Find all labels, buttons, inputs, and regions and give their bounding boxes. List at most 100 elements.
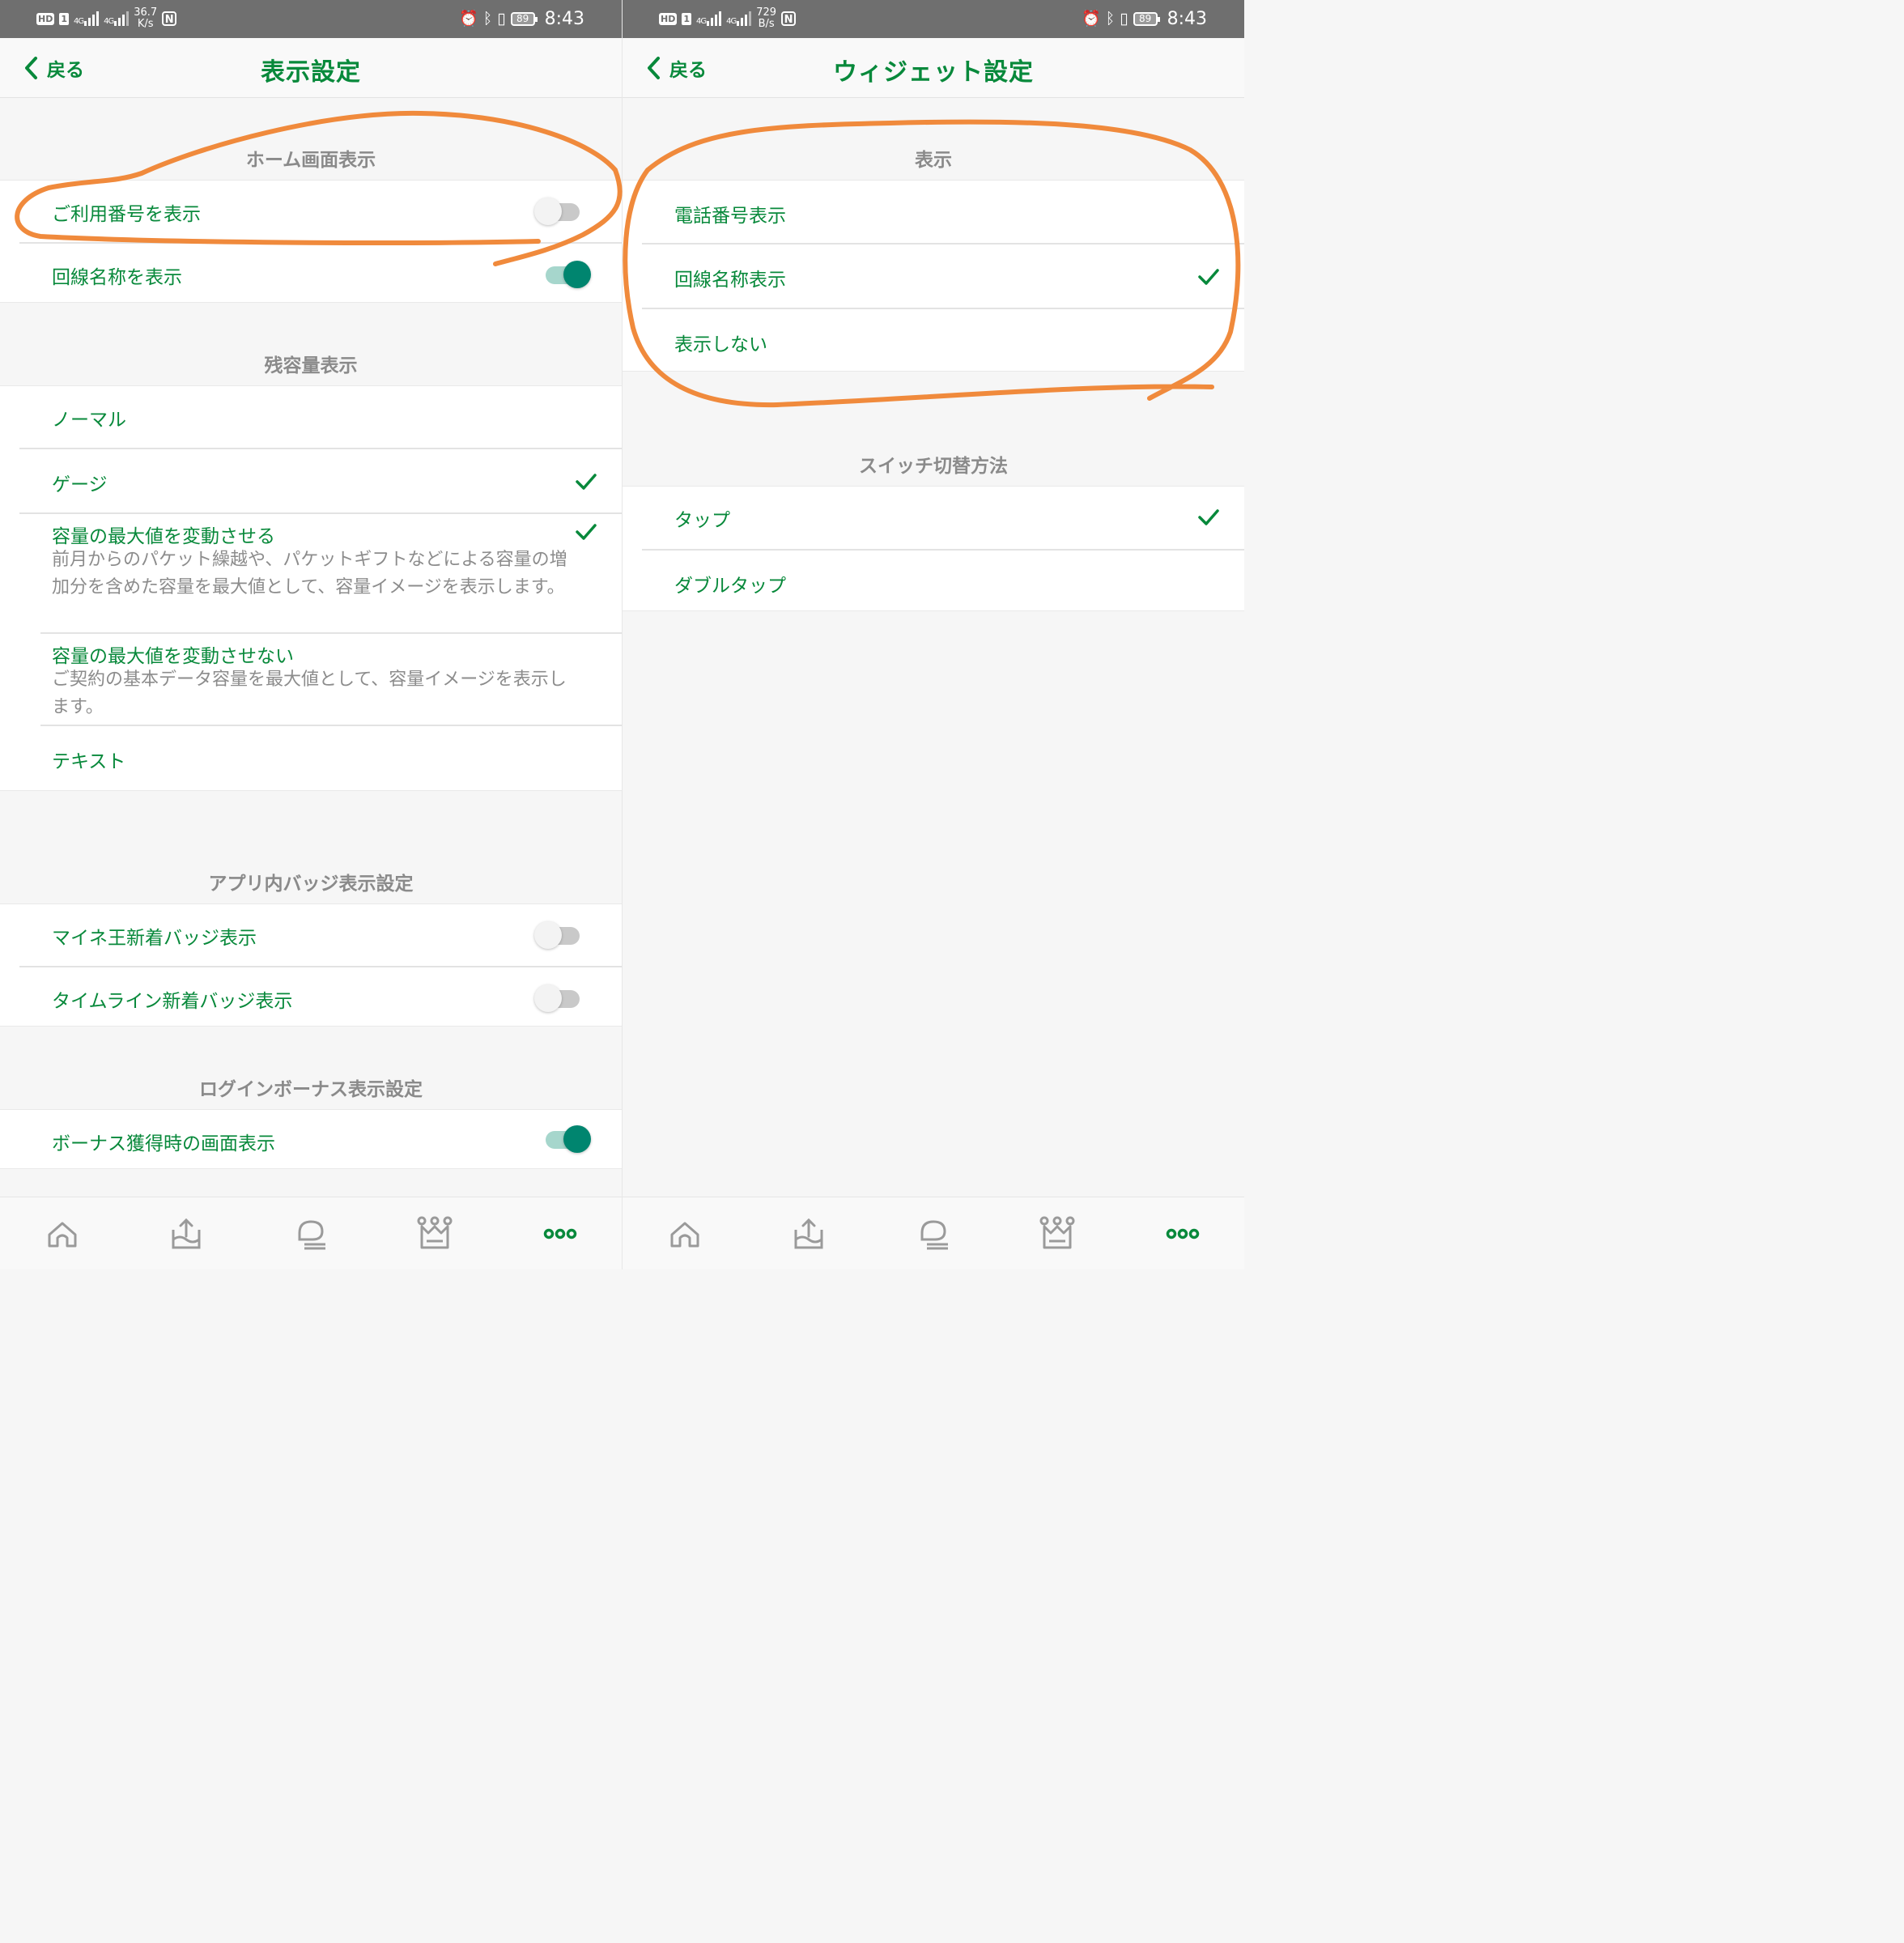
checkmark-icon [576,524,597,540]
toggle-show-number[interactable] [534,195,583,227]
network-speed: 36.7 K/s [134,6,158,30]
row-fixed-max[interactable]: 容量の最大値を変動させない ご契約の基本データ容量を最大値として、容量イメージを… [0,634,622,725]
status-bar: HD 1 4G 4G 36.7 K/s N ⏰ ᛒ ▯ 89 8:43 [0,0,622,38]
page-title: ウィジェット設定 [833,58,1034,87]
row-show-line-name[interactable]: 回線名称を表示 [0,244,622,302]
nav-ranking[interactable] [1039,1215,1075,1252]
row-label: 容量の最大値を変動させない [52,646,294,667]
network-speed: 729 B/s [756,6,777,30]
badge-display-group: マイネ王新着バッジ表示 タイムライン新着バッジ表示 [0,903,622,1027]
row-gauge[interactable]: ゲージ [0,449,622,512]
checkmark-icon [1198,269,1219,285]
clock: 8:43 [1167,8,1207,29]
signal-icon: 4G [696,11,722,26]
switch-method-group: タップ ダブルタップ [623,486,1244,611]
nav-community[interactable] [293,1215,329,1252]
nfc-icon: N [162,11,177,26]
nav-home[interactable] [45,1215,80,1252]
battery-icon: 89 [510,11,538,26]
crown-king-icon [1039,1216,1075,1249]
bluetooth-icon: ᛒ [1105,10,1116,28]
row-line-name[interactable]: 回線名称表示 [623,244,1244,308]
crown-king-icon [417,1216,453,1249]
row-label: タップ [674,510,730,531]
checkmark-icon [576,474,597,490]
alarm-icon: ⏰ [1082,10,1101,28]
row-show-number[interactable]: ご利用番号を表示 [0,181,622,242]
page-title: 表示設定 [261,58,361,87]
hd-voice-icon: HD [659,12,678,25]
row-phone-number[interactable]: 電話番号表示 [623,181,1244,243]
row-label: 表示しない [674,334,767,355]
row-label: ノーマル [52,410,126,431]
sim-icon: 1 [59,12,69,25]
toggle-timeline-badge[interactable] [534,982,583,1014]
row-label: 回線名称を表示 [52,267,182,288]
vibrate-icon: ▯ [497,10,506,28]
checkmark-icon [1198,509,1219,525]
display-settings-screen: HD 1 4G 4G 36.7 K/s N ⏰ ᛒ ▯ 89 8:43 戻る 表… [0,0,622,1269]
nav-header: 戻る 表示設定 [0,38,622,98]
row-label: ダブルタップ [674,576,786,597]
row-label: ご利用番号を表示 [52,204,201,225]
row-description: ご契約の基本データ容量を最大値として、容量イメージを表示します。 [52,670,567,717]
nav-home[interactable] [667,1215,703,1252]
alarm-icon: ⏰ [459,10,478,28]
widget-settings-screen: HD 1 4G 4G 729 B/s N ⏰ ᛒ ▯ 89 8:43 戻る ウィ… [623,0,1244,1269]
row-label: タイムライン新着バッジ表示 [52,991,293,1012]
nav-data-charge[interactable] [791,1215,827,1252]
bonus-display-group: ボーナス獲得時の画面表示 [0,1109,622,1169]
row-text[interactable]: テキスト [0,726,622,789]
chat-bubble-icon [298,1220,325,1250]
battery-icon: 89 [1133,11,1160,26]
row-label: テキスト [52,751,126,772]
row-label: ボーナス獲得時の画面表示 [52,1133,275,1154]
row-mineo-badge[interactable]: マイネ王新着バッジ表示 [0,904,622,966]
row-label: ゲージ [52,474,108,495]
section-title-badge: アプリ内バッジ表示設定 [208,874,414,895]
data-charge-icon [794,1218,823,1249]
capacity-display-group: ノーマル ゲージ 容量の最大値を変動させる 前月からのパケット繰越や、パケットギ… [0,385,622,791]
row-normal[interactable]: ノーマル [0,386,622,449]
nav-more[interactable] [542,1215,578,1252]
bottom-nav [623,1197,1244,1269]
nav-community[interactable] [916,1215,951,1252]
section-title-bonus: ログインボーナス表示設定 [199,1079,423,1100]
signal-icon: 4G [74,11,100,26]
row-label: マイネ王新着バッジ表示 [52,928,257,949]
toggle-show-line-name[interactable] [544,258,593,291]
bottom-nav [0,1197,622,1269]
row-label: 電話番号表示 [674,206,786,227]
row-tap[interactable]: タップ [623,487,1244,549]
nav-ranking[interactable] [417,1215,453,1252]
home-display-group: ご利用番号を表示 回線名称を表示 [0,180,622,303]
signal-icon-2: 4G [726,11,752,26]
more-dots-icon [1166,1228,1200,1239]
row-bonus-screen[interactable]: ボーナス獲得時の画面表示 [0,1110,622,1168]
hd-voice-icon: HD [36,12,55,25]
home-icon [670,1222,699,1248]
data-charge-icon [172,1218,201,1249]
section-title-home: ホーム画面表示 [245,150,376,171]
sim-icon: 1 [682,12,691,25]
section-title-capacity: 残容量表示 [264,355,358,376]
section-title-switch: スイッチ切替方法 [859,456,1008,477]
nfc-icon: N [781,11,797,26]
nav-more[interactable] [1165,1215,1201,1252]
clock: 8:43 [544,8,584,29]
row-variable-max[interactable]: 容量の最大値を変動させる 前月からのパケット繰越や、パケットギフトなどによる容量… [0,514,622,632]
bluetooth-icon: ᛒ [482,10,493,28]
section-title-display: 表示 [915,150,952,171]
row-label: 回線名称表示 [674,270,786,291]
nav-data-charge[interactable] [168,1215,204,1252]
widget-display-group: 電話番号表示 回線名称表示 表示しない [623,180,1244,372]
row-timeline-badge[interactable]: タイムライン新着バッジ表示 [0,967,622,1026]
home-icon [48,1222,77,1248]
status-bar: HD 1 4G 4G 729 B/s N ⏰ ᛒ ▯ 89 8:43 [623,0,1244,38]
toggle-bonus-screen[interactable] [544,1123,593,1155]
chat-bubble-icon [920,1220,948,1250]
row-label: 容量の最大値を変動させる [52,526,275,547]
row-hide[interactable]: 表示しない [623,309,1244,371]
toggle-mineo-badge[interactable] [534,919,583,951]
row-double-tap[interactable]: ダブルタップ [623,551,1244,610]
